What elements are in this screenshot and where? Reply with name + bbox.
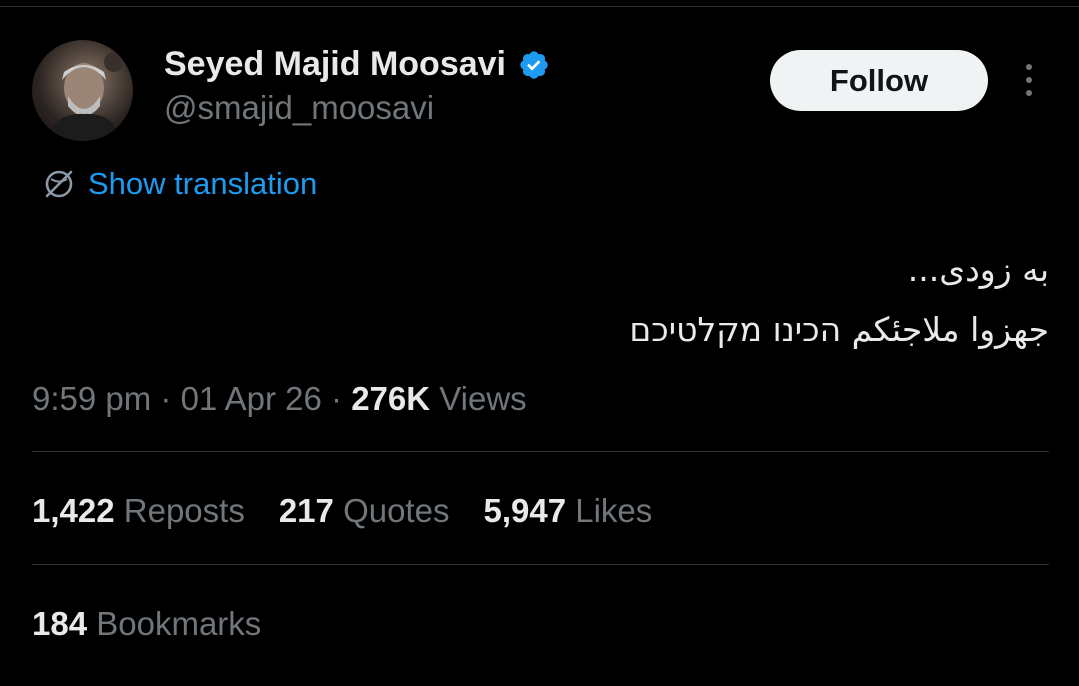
tweet-line: به زودی... [907,250,1049,289]
author-name-text: Seyed Majid Moosavi [164,45,506,83]
meta-separator: · [151,380,181,417]
quotes-stat[interactable]: 217 Quotes [279,490,450,532]
tweet-meta: 9:59 pm · 01 Apr 26 · 276K Views [32,378,527,420]
tweet-text: به زودی... جهزوا ملاجئكم הכינו מקלטיכם [289,240,1049,360]
follow-button[interactable]: Follow [770,50,988,111]
more-options-icon[interactable] [1014,60,1044,100]
bookmarks-label: Bookmarks [96,605,262,642]
show-translation-link[interactable]: Show translation [42,164,317,204]
top-divider [0,6,1079,7]
more-dot [1026,77,1032,83]
divider [32,451,1049,452]
engagement-stats: 1,422 Reposts 217 Quotes 5,947 Likes [32,490,686,532]
likes-count: 5,947 [483,492,567,529]
verified-badge-icon[interactable] [518,48,550,80]
author-display-name[interactable]: Seyed Majid Moosavi [164,42,550,86]
translate-globe-icon [42,167,76,201]
bookmarks-stat[interactable]: 184 Bookmarks [32,603,261,645]
quotes-label: Quotes [343,492,450,529]
avatar-photo-icon [46,52,124,141]
bookmarks-count: 184 [32,605,88,642]
tweet-time[interactable]: 9:59 pm [32,380,151,417]
views-label: Views [439,380,527,417]
quotes-count: 217 [278,492,334,529]
reposts-count: 1,422 [32,492,115,529]
reposts-stat[interactable]: 1,422 Reposts [32,490,245,532]
views-count: 276K [351,380,431,417]
avatar[interactable] [32,40,133,141]
meta-separator: · [321,380,352,417]
more-dot [1026,64,1032,70]
likes-label: Likes [575,492,653,529]
tweet-line: جهزوا ملاجئكم הכינו מקלטיכם [629,310,1049,349]
author-handle[interactable]: @smajid_moosavi [164,88,434,128]
divider [32,564,1049,565]
show-translation-label: Show translation [88,166,318,201]
reposts-label: Reposts [123,492,245,529]
more-dot [1026,90,1032,96]
tweet-date[interactable]: 01 Apr 26 [181,380,322,417]
likes-stat[interactable]: 5,947 Likes [483,490,652,532]
